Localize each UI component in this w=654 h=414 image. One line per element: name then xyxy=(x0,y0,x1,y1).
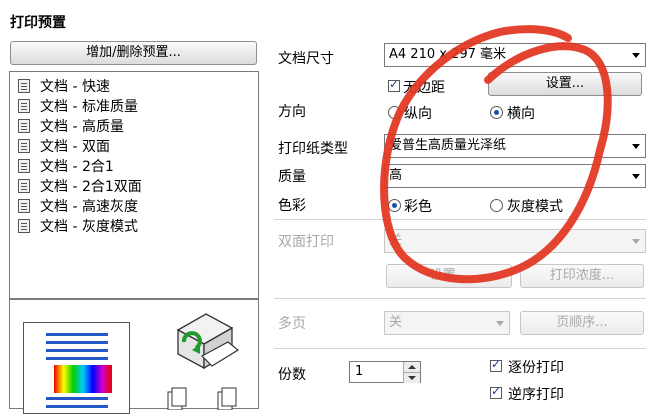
divider xyxy=(274,298,646,299)
preset-list-item[interactable]: 文档 - 双面 xyxy=(18,136,248,156)
quality-select[interactable]: 高 xyxy=(384,164,646,188)
preset-item-label: 文档 - 高质量 xyxy=(40,119,124,135)
chevron-down-icon xyxy=(632,144,640,149)
preset-item-label: 文档 - 2合1双面 xyxy=(40,179,142,195)
reverse-order-label: 逆序打印 xyxy=(508,387,564,403)
doc-size-label: 文档尺寸 xyxy=(278,51,334,67)
preset-item-label: 文档 - 标准质量 xyxy=(40,99,138,115)
collate-checkbox[interactable] xyxy=(490,357,502,372)
chevron-down-icon xyxy=(496,321,504,326)
preview-panel xyxy=(9,299,259,414)
quality-value: 高 xyxy=(389,168,403,183)
paper-type-select[interactable]: 爱普生高质量光泽纸 xyxy=(384,134,646,158)
preset-item-label: 文档 - 高速灰度 xyxy=(40,199,138,215)
color-radio[interactable] xyxy=(388,199,401,212)
duplex-select[interactable]: 关 xyxy=(384,229,646,253)
spin-down-icon[interactable] xyxy=(403,372,420,383)
portrait-radio[interactable] xyxy=(388,106,401,119)
copies-label: 份数 xyxy=(278,367,306,383)
preset-item-label: 文档 - 快速 xyxy=(40,79,110,95)
preset-list-item[interactable]: 文档 - 快速 xyxy=(18,76,248,96)
collate-label: 逐份打印 xyxy=(508,360,564,376)
doc-high-quality-icon xyxy=(18,119,30,133)
color-label: 色彩 xyxy=(278,198,306,214)
printer-icon xyxy=(176,313,240,370)
preset-list-item[interactable]: 文档 - 标准质量 xyxy=(18,96,248,116)
preset-list[interactable]: 文档 - 快速文档 - 标准质量 文档 - 高质量 文档 - 双面 文档 - 2合1 文… xyxy=(9,71,259,299)
preset-list-item[interactable]: 文档 - 2合1 xyxy=(18,156,248,176)
chevron-down-icon xyxy=(632,239,640,244)
preset-title: 打印预置 xyxy=(10,15,66,31)
paper-type-value: 爱普生高质量光泽纸 xyxy=(389,138,507,153)
paper-type-label: 打印纸类型 xyxy=(278,141,348,157)
borderless-checkbox[interactable] xyxy=(388,77,400,92)
multipage-select[interactable]: 关 xyxy=(384,311,510,335)
preset-list-item[interactable]: 文档 - 高速灰度 xyxy=(18,196,248,216)
add-delete-preset-button[interactable]: 增加/删除预置... xyxy=(10,41,257,65)
divider xyxy=(274,348,646,349)
color-gradient-image xyxy=(54,365,112,393)
copies-spinbox[interactable]: 1 xyxy=(349,361,421,383)
duplex-value: 关 xyxy=(389,233,403,248)
chevron-down-icon xyxy=(632,174,640,179)
doc-grayscale-icon xyxy=(18,219,30,233)
quality-label: 质量 xyxy=(278,169,306,185)
preset-list-item[interactable]: 文档 - 2合1双面 xyxy=(18,176,248,196)
borderless-label: 无边距 xyxy=(403,80,445,96)
copies-value: 1 xyxy=(355,364,364,379)
chevron-down-icon xyxy=(632,53,640,58)
multipage-value: 关 xyxy=(389,315,403,330)
color-option-label: 彩色 xyxy=(404,199,432,215)
preset-list-item[interactable]: 文档 - 高质量 xyxy=(18,116,248,136)
duplex-label: 双面打印 xyxy=(278,234,334,250)
divider xyxy=(274,219,646,220)
landscape-radio[interactable] xyxy=(490,106,503,119)
multipage-label: 多页 xyxy=(278,316,306,332)
orientation-label: 方向 xyxy=(278,104,306,120)
page-order-button[interactable]: 页顺序... xyxy=(520,311,644,335)
print-density-button[interactable]: 打印浓度... xyxy=(520,264,644,288)
grayscale-option-label: 灰度模式 xyxy=(507,199,563,215)
doc-2up-duplex-icon xyxy=(18,179,30,193)
spin-up-icon[interactable] xyxy=(403,362,420,372)
doc-2up-icon xyxy=(18,159,30,173)
landscape-label: 横向 xyxy=(507,106,535,122)
page-order-icon xyxy=(167,387,237,410)
doc-size-value: A4 210 x 297 毫米 xyxy=(389,47,507,62)
doc-fast-grayscale-icon xyxy=(18,199,30,213)
duplex-settings-button[interactable]: 设置... xyxy=(386,264,512,288)
preset-item-label: 文档 - 双面 xyxy=(40,139,110,155)
doc-size-select[interactable]: A4 210 x 297 毫米 xyxy=(384,43,646,67)
reverse-order-checkbox[interactable] xyxy=(490,384,502,399)
paper-preview xyxy=(23,322,130,414)
doc-standard-icon xyxy=(18,99,30,113)
preset-item-label: 文档 - 灰度模式 xyxy=(40,219,138,235)
borderless-settings-button[interactable]: 设置... xyxy=(488,72,642,96)
preset-item-label: 文档 - 2合1 xyxy=(40,159,114,175)
doc-fast-icon xyxy=(18,79,30,93)
grayscale-radio[interactable] xyxy=(490,199,503,212)
portrait-label: 纵向 xyxy=(404,106,432,122)
doc-duplex-icon xyxy=(18,139,30,153)
preset-list-item[interactable]: 文档 - 灰度模式 xyxy=(18,216,248,236)
